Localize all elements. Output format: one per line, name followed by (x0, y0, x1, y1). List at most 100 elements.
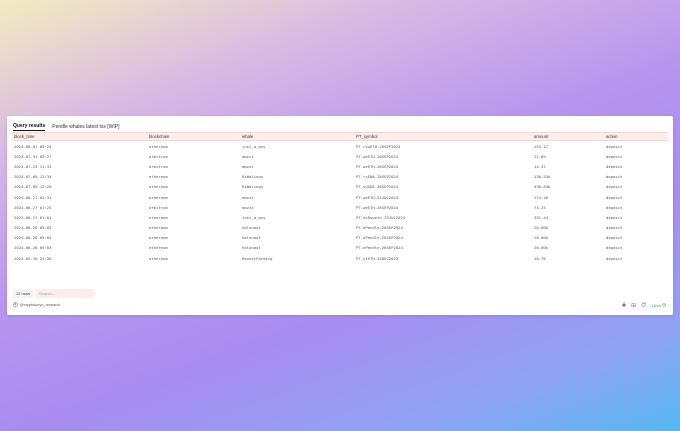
cell-amount: 536.64k (534, 184, 551, 190)
cell-block-time: 2024-08-01 09:24 (14, 143, 52, 149)
row-count: 12 rows (13, 289, 34, 298)
cell-pt-symbol: PT-ePendle-26SEP2024 (356, 225, 403, 231)
cell-whale: just_a_guy (242, 214, 266, 220)
author-handle: @cryptokoryo_research (20, 303, 61, 308)
cell-whale: mozzz (242, 194, 254, 200)
table-body: 2024-08-01 09:24 ethereum just_a_guy PT-rsw… (12, 141, 668, 263)
refresh-icon[interactable] (641, 302, 646, 308)
results-table: block_time blockchain whale PT_symbol am… (12, 132, 668, 263)
cell-amount: 136.53k (534, 174, 551, 180)
cell-action: deposit (606, 143, 623, 149)
cell-blockchain: ethereum (149, 174, 168, 180)
column-header-amount[interactable]: amount (532, 134, 604, 139)
cell-whale: RiWalings (242, 174, 264, 180)
clock-icon (662, 302, 666, 308)
cell-action: deposit (606, 255, 623, 261)
column-header-action[interactable]: action (604, 134, 668, 139)
cell-whale: holonaut (242, 245, 261, 251)
cell-whale: mozzz (242, 153, 254, 159)
tab-query-results[interactable]: Query results (13, 123, 46, 131)
query-results-card: Query results Pendle whales latest txs [… (7, 116, 673, 315)
cell-blockchain: ethereum (149, 225, 168, 231)
cell-amount: 14.37 (534, 163, 546, 169)
table-row[interactable]: 2024-06-26 09:03 ethereum holonaut PT-ePend… (12, 233, 668, 243)
cell-block-time: 2024-06-26 09:03 (14, 235, 52, 241)
cell-pt-symbol: PT-weETH-26SEP2024 (356, 153, 399, 159)
cell-block-time: 2024-06-27 01:01 (14, 214, 52, 220)
table-row[interactable]: 2024-07-09 12:34 ethereum RiWalings PT-rsEN… (12, 172, 668, 182)
cell-amount: 20.00k (534, 245, 549, 251)
cell-blockchain: ethereum (149, 235, 168, 241)
table-row[interactable]: 2024-06-27 01:01 ethereum just_a_guy PT-ezR… (12, 212, 668, 222)
table-row[interactable]: 2024-06-27 01:31 ethereum mozzz PT-weETH-25… (12, 192, 668, 202)
time-ago-label: 11hrs (651, 302, 661, 308)
cell-block-time: 2024-06-26 09:03 (14, 225, 52, 231)
table-row[interactable]: 2024-06-26 09:03 ethereum holonaut PT-ePend… (12, 223, 668, 233)
cell-blockchain: ethereum (149, 245, 168, 251)
cell-amount: 16.70 (534, 255, 546, 261)
cell-whale: HonestFarming (242, 255, 273, 261)
user-circle-icon (13, 302, 18, 309)
cell-whale: just_a_guy (242, 143, 266, 149)
cell-blockchain: arbitrum (149, 153, 168, 159)
cell-blockchain: ethereum (149, 255, 168, 261)
cell-pt-symbol: PT-ePendle-26SEP2024 (356, 245, 403, 251)
cell-blockchain: arbitrum (149, 204, 168, 210)
cell-block-time: 2024-06-27 01:31 (14, 194, 52, 200)
cell-pt-symbol: PT-weETH-25JUL2024 (356, 194, 399, 200)
cell-action: deposit (606, 174, 623, 180)
cell-block-time: 2024-07-09 12:20 (14, 184, 52, 190)
cell-whale: mozzz (242, 163, 254, 169)
cell-action: deposit (606, 184, 623, 190)
cell-block-time: 2024-06-27 01:25 (14, 204, 52, 210)
cell-action: deposit (606, 214, 623, 220)
cell-amount: 174.40 (534, 194, 549, 200)
cell-amount: 22.89 (534, 153, 546, 159)
cell-pt-symbol: PT-ePendle-26SEP2024 (356, 235, 403, 241)
table-row[interactable]: 2024-06-26 09:03 ethereum holonaut PT-ePend… (12, 243, 668, 253)
cell-blockchain: ethereum (149, 194, 168, 200)
table-row[interactable]: 2024-07-09 12:20 ethereum RiWalings PT-sUSD… (12, 182, 668, 192)
cell-whale: RiWalings (242, 184, 264, 190)
cell-action: deposit (606, 163, 623, 169)
cell-block-time: 2024-05-10 23:30 (14, 255, 52, 261)
cell-amount: 391.44 (534, 214, 549, 220)
cell-amount: 253.17 (534, 143, 549, 149)
cell-action: deposit (606, 204, 623, 210)
cell-amount: 74.25 (534, 204, 546, 210)
cell-blockchain: ethereum (149, 214, 168, 220)
cell-whale: holonaut (242, 225, 261, 231)
search-input[interactable] (36, 289, 95, 298)
table-footer: 12 rows (13, 289, 95, 298)
cell-block-time: 2024-06-26 09:03 (14, 245, 52, 251)
column-header-pt-symbol[interactable]: PT_symbol (354, 134, 532, 139)
cell-action: deposit (606, 235, 623, 241)
cell-whale: holonaut (242, 235, 261, 241)
cell-block-time: 2024-07-09 12:34 (14, 174, 52, 180)
author[interactable]: @cryptokoryo_research (13, 302, 60, 309)
column-header-whale[interactable]: whale (240, 134, 354, 139)
tab-pendle-whales[interactable]: Pendle whales latest txs [WIP] (52, 124, 119, 130)
cell-amount: 20.00k (534, 235, 549, 241)
cell-pt-symbol: PT-ezRsweth-25JUL2024 (356, 214, 406, 220)
lock-icon[interactable] (622, 302, 626, 308)
column-header-block-time[interactable]: block_time (12, 134, 147, 139)
cell-action: deposit (606, 225, 623, 231)
table-row[interactable]: 2024-07-23 11:33 arbitrum mozzz PT-weETH-26… (12, 161, 668, 171)
cell-block-time: 2024-07-31 09:27 (14, 153, 52, 159)
camera-icon[interactable] (631, 303, 637, 308)
cell-block-time: 2024-07-23 11:33 (14, 163, 52, 169)
cell-whale: mozzz (242, 204, 254, 210)
cell-pt-symbol: PT-sUSDE-26SEP2024 (356, 184, 399, 190)
table-row[interactable]: 2024-06-27 01:25 arbitrum mozzz PT-weETH-26… (12, 202, 668, 212)
cell-action: deposit (606, 153, 623, 159)
cell-blockchain: ethereum (149, 143, 168, 149)
table-row[interactable]: 2024-07-31 09:27 arbitrum mozzz PT-weETH-26… (12, 151, 668, 161)
last-run-time: 11hrs (651, 303, 666, 308)
table-row[interactable]: 2024-05-10 23:30 ethereum HonestFarming PT-… (12, 253, 668, 263)
cell-action: deposit (606, 245, 623, 251)
cell-pt-symbol: PT-stETH-25DEC2025 (356, 255, 399, 261)
table-row[interactable]: 2024-08-01 09:24 ethereum just_a_guy PT-rsw… (12, 141, 668, 151)
column-header-blockchain[interactable]: blockchain (147, 134, 240, 139)
cell-action: deposit (606, 194, 623, 200)
